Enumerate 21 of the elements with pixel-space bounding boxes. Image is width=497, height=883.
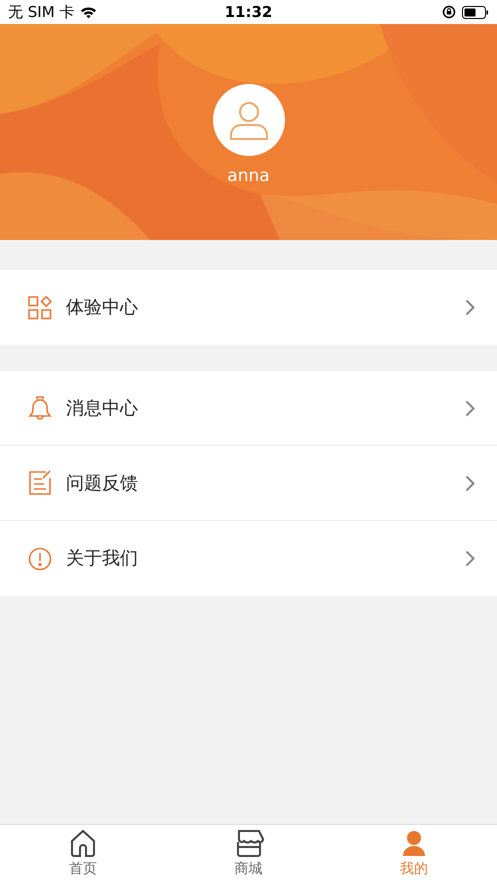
clock-time: 11:32 [224,2,272,23]
menu-item[interactable]: 消息中心 [0,371,497,446]
menu-item[interactable]: 关于我们 [0,521,497,596]
menu-item[interactable]: 体验中心 [0,270,497,345]
chevron-right-icon [465,299,475,316]
chevron-right-icon [465,400,475,416]
chevron-right-icon [465,550,475,567]
grid-icon [28,296,52,320]
note-icon [28,470,52,496]
battery-icon [462,6,489,18]
menu-item[interactable]: 问题反馈 [0,446,497,521]
username: anna [227,165,270,188]
info-icon [28,546,52,570]
carrier-label: 无 SIM 卡 [8,2,74,23]
tab[interactable]: 首页 [0,825,166,883]
home-icon [68,828,97,856]
wifi-icon [80,6,98,18]
rotation-lock-icon [442,5,456,19]
chevron-right-icon [465,474,475,492]
bell-icon [28,395,52,421]
tab[interactable]: 商城 [166,825,332,883]
